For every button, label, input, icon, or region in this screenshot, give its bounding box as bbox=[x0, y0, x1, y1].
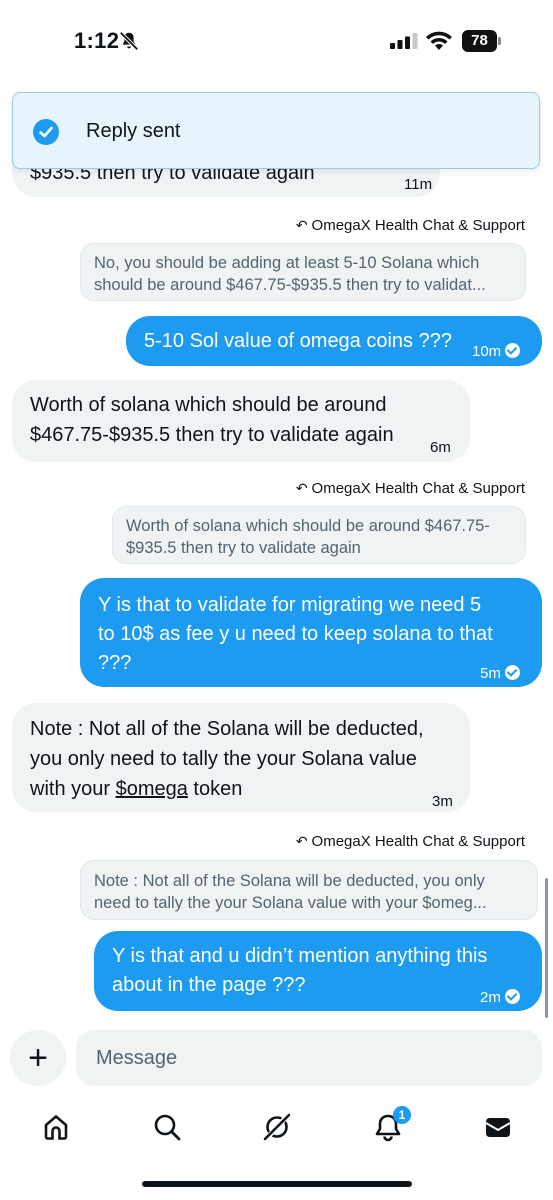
quoted-message[interactable]: Worth of solana which should be around $… bbox=[112, 506, 526, 564]
bottom-nav bbox=[0, 1100, 553, 1160]
message-time: 2m bbox=[480, 983, 520, 1012]
reply-label: ↶ OmegaX Health Chat & Support bbox=[295, 217, 525, 234]
message-text: about in the page ??? bbox=[112, 974, 306, 996]
message-text: $467.75-$935.5 then try to validate agai… bbox=[30, 424, 394, 446]
reply-arrow-icon: ↶ bbox=[295, 480, 308, 496]
message-outgoing[interactable]: Y is that and u didn’t mention anything … bbox=[94, 931, 542, 1011]
message-time: 5m bbox=[480, 659, 520, 688]
reply-sent-toast: Reply sent bbox=[12, 92, 540, 169]
message-text: ??? bbox=[98, 652, 132, 674]
reply-label: ↶ OmegaX Health Chat & Support bbox=[295, 833, 525, 850]
home-icon[interactable] bbox=[41, 1112, 71, 1142]
toast-text: Reply sent bbox=[86, 120, 181, 142]
reply-arrow-icon: ↶ bbox=[295, 217, 308, 233]
message-text: 5-10 Sol value of omega coins ??? bbox=[144, 330, 452, 352]
battery-level: 78 bbox=[462, 30, 497, 52]
message-outgoing[interactable]: Y is that to validate for migrating we n… bbox=[80, 578, 542, 687]
battery-icon: 78 bbox=[462, 30, 502, 52]
check-circle-icon bbox=[504, 989, 520, 1004]
check-circle-icon bbox=[505, 343, 521, 358]
message-time: 11m bbox=[404, 176, 433, 193]
check-circle-icon bbox=[504, 665, 520, 680]
message-incoming[interactable]: Note : Not all of the Solana will be ded… bbox=[12, 703, 470, 812]
message-time: 6m bbox=[430, 439, 451, 456]
message-text: Worth of solana which should be around bbox=[30, 394, 387, 416]
message-incoming[interactable]: Worth of solana which should be around $… bbox=[12, 380, 470, 462]
bell-off-icon bbox=[119, 31, 139, 51]
message-time: 10m bbox=[472, 337, 521, 366]
signal-icon bbox=[390, 33, 418, 49]
message-text: with your $omega token bbox=[30, 778, 243, 800]
messages-icon[interactable] bbox=[483, 1112, 513, 1142]
scrollbar[interactable] bbox=[545, 878, 548, 1018]
search-icon[interactable] bbox=[152, 1112, 182, 1142]
reply-label: ↶ OmegaX Health Chat & Support bbox=[295, 480, 525, 497]
plus-icon: + bbox=[28, 1039, 48, 1077]
add-media-button[interactable]: + bbox=[10, 1030, 66, 1086]
status-time: 1:12 bbox=[74, 28, 120, 53]
quoted-message[interactable]: No, you should be adding at least 5-10 S… bbox=[80, 243, 526, 301]
message-text: Y is that to validate for migrating we n… bbox=[98, 594, 482, 616]
message-outgoing[interactable]: 5-10 Sol value of omega coins ??? 10m bbox=[126, 316, 542, 366]
cashtag-link[interactable]: $omega bbox=[116, 778, 188, 800]
check-circle-icon bbox=[33, 119, 59, 145]
grok-icon[interactable] bbox=[262, 1112, 292, 1142]
message-time: 3m bbox=[432, 793, 453, 810]
wifi-icon bbox=[426, 31, 452, 50]
notifications-badge: 1 bbox=[393, 1106, 411, 1124]
message-text: you only need to tally the your Solana v… bbox=[30, 748, 417, 770]
home-indicator bbox=[142, 1181, 412, 1187]
message-input[interactable] bbox=[76, 1030, 542, 1086]
status-bar: 1:12 78 bbox=[0, 0, 553, 84]
reply-arrow-icon: ↶ bbox=[295, 833, 308, 849]
message-text: Y is that and u didn’t mention anything … bbox=[112, 945, 488, 967]
message-text: to 10$ as fee y u need to keep solana to… bbox=[98, 623, 493, 645]
quoted-message[interactable]: Note : Not all of the Solana will be ded… bbox=[80, 860, 538, 920]
message-text: Note : Not all of the Solana will be ded… bbox=[30, 718, 424, 740]
